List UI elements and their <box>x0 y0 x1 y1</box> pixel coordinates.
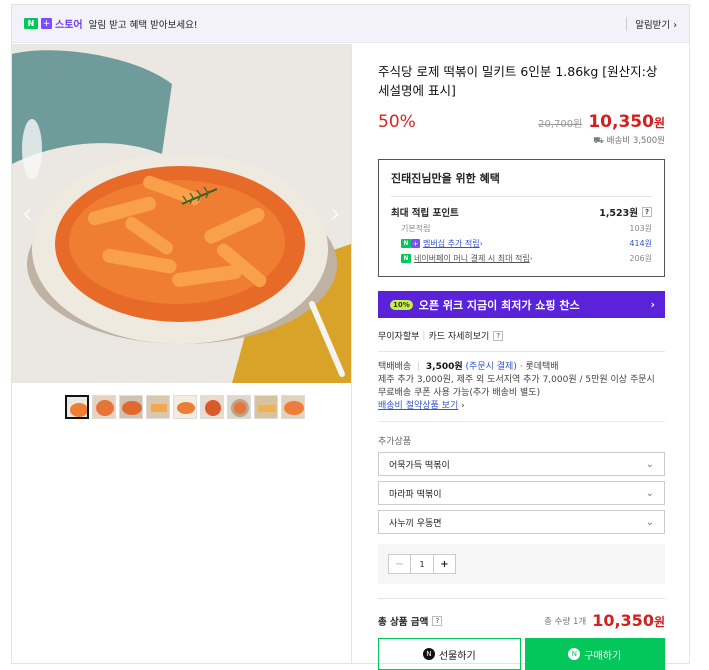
shipping-info: 택배배송 | 3,500원 (주문시 결제) · 롯데택배 제주 추가 3,00… <box>378 361 665 422</box>
quantity-stepper: − 1 + <box>388 554 456 574</box>
benefit-box: 진태진님만을 위한 혜택 최대 적립 포인트 1,523원 ? 기본적립 103… <box>378 159 665 277</box>
card-info: 무이자할부 | 카드 자세히보기 ? <box>378 329 665 352</box>
plus-button[interactable]: + <box>434 555 455 573</box>
option-select-1-label: 어묵가득 떡볶이 <box>389 460 450 471</box>
promo-tag: 10% <box>390 299 413 310</box>
minus-button[interactable]: − <box>389 555 410 573</box>
image-area: ‹ › <box>12 44 351 419</box>
thumbnail[interactable] <box>226 395 251 419</box>
npay-points-link[interactable]: 네이버페이 머니 결제 시 최대 적립 <box>414 253 530 264</box>
shipping-save-link[interactable]: 배송비 절약상품 보기 <box>378 401 458 411</box>
total-row: 총 상품 금액 ? 총 수량 1개 10,350원 <box>378 598 665 630</box>
max-points-row: 최대 적립 포인트 1,523원 ? <box>391 205 652 219</box>
alarm-label: 알림받기 <box>635 19 671 31</box>
basic-points-label: 기본적립 <box>401 224 431 233</box>
total-price: 10,350원 <box>592 611 665 630</box>
chevron-right-icon: › <box>650 298 655 311</box>
total-price-unit: 원 <box>653 615 665 629</box>
shipping-fee: ⛟ 배송비 3,500원 <box>378 134 665 147</box>
top-message: 알림 받고 혜택 받아보세요! <box>88 19 198 31</box>
option-select-3-label: 사누끼 우동면 <box>389 518 442 529</box>
action-buttons: N 선물하기 N 구매하기 <box>378 638 665 670</box>
shipping-fee-text: 배송비 3,500원 <box>606 136 665 146</box>
product-page: N + 스토어 알림 받고 혜택 받아보세요! 알림받기 › ‹ › 주식당 로… <box>11 4 691 670</box>
sale-price-unit: 원 <box>653 116 665 130</box>
store-name: 스토어 <box>55 20 83 31</box>
thumbnail[interactable] <box>172 395 197 419</box>
membership-points-value: 414원 <box>629 239 652 248</box>
product-title: 주식당 로제 떡볶이 밀키트 6인분 1.86kg [원산지:상세설명에 표시] <box>378 64 658 98</box>
shipping-carrier: · 롯데택배 <box>519 362 559 372</box>
options-label: 추가상품 <box>378 437 412 447</box>
promo-text: 오픈 위크 지금이 최저가 쇼핑 찬스 <box>418 298 580 312</box>
option-select-2-label: 마라파 떡볶이 <box>389 489 442 500</box>
thumbnail[interactable] <box>145 395 170 419</box>
thumbnail[interactable] <box>91 395 116 419</box>
help-icon[interactable]: ? <box>432 615 443 626</box>
price-row: 50% 20,700원 10,350원 <box>378 112 665 132</box>
thumbnail[interactable] <box>118 395 143 419</box>
sale-price-value: 10,350 <box>588 112 654 132</box>
quantity-box: − 1 + <box>378 544 665 584</box>
basic-points-row: 기본적립 103원 <box>391 223 652 234</box>
thumbnail[interactable] <box>253 395 278 419</box>
plus-icon: + <box>411 239 420 248</box>
total-price-value: 10,350 <box>592 611 654 630</box>
next-image-button[interactable]: › <box>331 199 341 229</box>
original-price: 20,700원 <box>538 119 583 130</box>
shipping-desc: 제주 추가 3,000원, 제주 외 도서지역 추가 7,000원 / 5만원 … <box>378 375 655 398</box>
alarm-button[interactable]: 알림받기 › <box>626 16 677 31</box>
installment-label: 무이자할부 <box>378 332 420 342</box>
buy-button[interactable]: N 구매하기 <box>524 638 665 670</box>
sale-price: 10,350원 <box>588 112 665 132</box>
npay-icon: N <box>422 648 435 660</box>
option-select-3[interactable]: 사누끼 우동면 ⌄ <box>378 510 665 534</box>
plus-icon: + <box>41 18 52 29</box>
max-points-value: 1,523원 <box>599 208 638 219</box>
prev-image-button[interactable]: ‹ <box>22 199 32 229</box>
shipping-type: 택배배송 <box>378 362 412 372</box>
thumbnail[interactable] <box>199 395 224 419</box>
chevron-down-icon: ⌄ <box>645 458 654 470</box>
gift-label: 선물하기 <box>438 650 476 662</box>
npay-points-value: 206원 <box>629 254 652 263</box>
product-photo: ‹ › <box>12 44 351 383</box>
membership-points-link[interactable]: 멤버십 추가 적립 <box>423 238 480 249</box>
membership-points-row: N + 멤버십 추가 적립 › 414원 <box>391 238 652 249</box>
basic-points-value: 103원 <box>629 224 652 233</box>
option-select-2[interactable]: 마라파 떡볶이 ⌄ <box>378 481 665 505</box>
top-bar: N + 스토어 알림 받고 혜택 받아보세요! 알림받기 › <box>12 5 689 43</box>
naver-plus-store-logo[interactable]: N + 스토어 <box>24 16 89 31</box>
max-points-label: 최대 적립 포인트 <box>391 208 459 219</box>
buy-label: 구매하기 <box>584 650 622 662</box>
help-icon[interactable]: ? <box>493 330 504 341</box>
npay-icon: N <box>401 239 411 248</box>
option-select-1[interactable]: 어묵가득 떡볶이 ⌄ <box>378 452 665 476</box>
thumbnail[interactable] <box>280 395 305 419</box>
npay-icon: N <box>568 648 581 660</box>
npay-icon: N <box>401 254 411 263</box>
gift-button[interactable]: N 선물하기 <box>378 638 521 670</box>
card-detail-link[interactable]: 카드 자세히보기 <box>428 329 489 342</box>
benefit-title: 진태진님만을 위한 혜택 <box>391 170 652 197</box>
shipping-pay: (주문시 결제) <box>465 362 517 372</box>
quantity-value[interactable]: 1 <box>410 555 434 573</box>
npay-points-row: N 네이버페이 머니 결제 시 최대 적립 › 206원 <box>391 253 652 264</box>
thumbnail-strip <box>12 395 351 419</box>
tteokbokki-image <box>12 44 351 383</box>
truck-icon: ⛟ <box>593 136 607 146</box>
help-icon[interactable]: ? <box>642 207 652 217</box>
chevron-down-icon: ⌄ <box>645 487 654 499</box>
thumbnail[interactable] <box>64 395 89 419</box>
npay-icon: N <box>24 18 38 29</box>
chevron-down-icon: ⌄ <box>645 516 654 528</box>
total-count: 총 수량 1개 <box>544 616 587 627</box>
promo-banner[interactable]: 10% 오픈 위크 지금이 최저가 쇼핑 찬스 › <box>378 291 665 318</box>
total-label: 총 상품 금액 <box>378 616 429 628</box>
discount-rate: 50% <box>378 112 416 132</box>
product-info: 주식당 로제 떡볶이 밀키트 6인분 1.86kg [원산지:상세설명에 표시]… <box>351 44 691 670</box>
shipping-cost: 3,500원 <box>425 362 463 372</box>
